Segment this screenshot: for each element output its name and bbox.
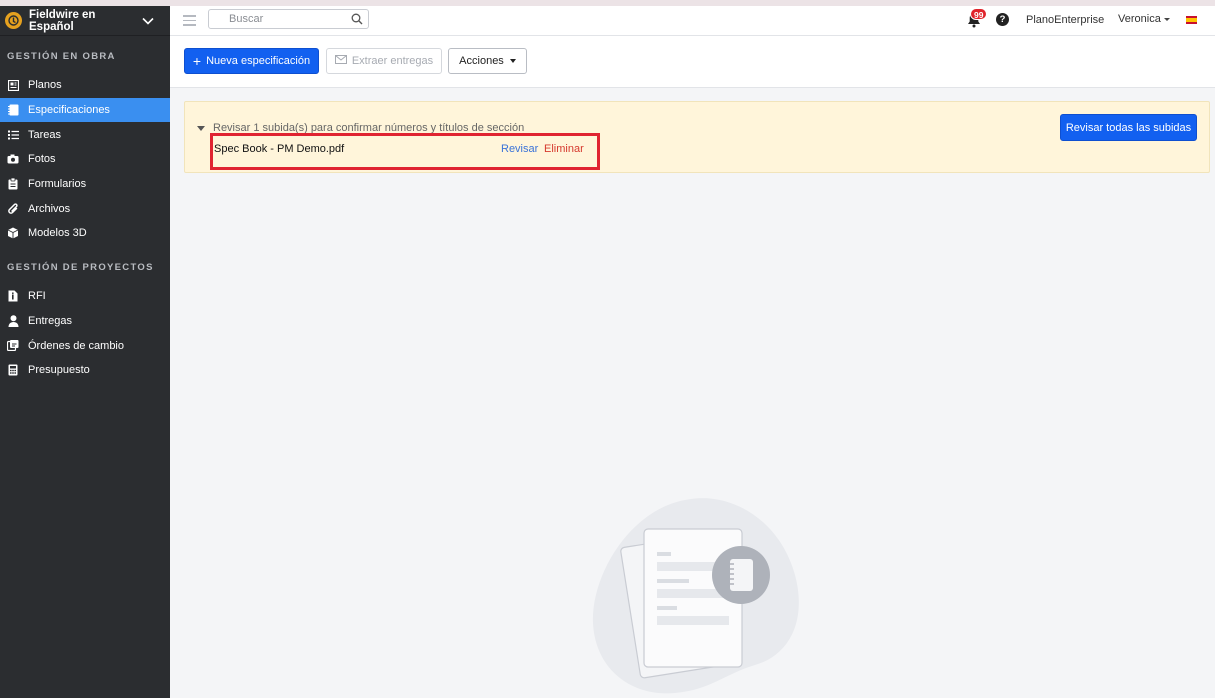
review-all-uploads-button[interactable]: Revisar todas las subidas bbox=[1060, 114, 1197, 141]
tasks-list-icon bbox=[7, 129, 19, 141]
specs-toolbar: + Nueva especificación Extraer entregas … bbox=[170, 36, 1215, 88]
actions-dropdown[interactable]: Acciones bbox=[448, 48, 527, 74]
sidebar-item-planos[interactable]: Planos bbox=[0, 73, 170, 98]
delete-upload-link[interactable]: Eliminar bbox=[544, 143, 584, 155]
sidebar-item-formularios[interactable]: Formularios bbox=[0, 172, 170, 197]
new-spec-button[interactable]: + Nueva especificación bbox=[184, 48, 319, 74]
search-input[interactable] bbox=[229, 10, 359, 28]
sidebar-item-label: Tareas bbox=[28, 128, 62, 141]
review-upload-link[interactable]: Revisar bbox=[501, 143, 538, 155]
extract-submittals-button[interactable]: Extraer entregas bbox=[326, 48, 442, 74]
section-gestion-obra: GESTIÓN EN OBRA bbox=[7, 51, 116, 62]
calculator-icon bbox=[7, 364, 19, 376]
empty-specs-illustration bbox=[590, 495, 805, 698]
sidebar-item-label: Órdenes de cambio bbox=[28, 339, 124, 352]
person-icon bbox=[7, 315, 19, 327]
fieldwire-logo-icon bbox=[5, 12, 22, 29]
top-header: 99 ? PlanoEnterprise Veronica bbox=[170, 6, 1215, 36]
sidebar-item-label: Archivos bbox=[28, 202, 71, 215]
sidebar-item-label: Planos bbox=[28, 79, 62, 92]
caret-down-icon bbox=[509, 59, 516, 63]
hamburger-menu-icon[interactable] bbox=[183, 15, 196, 26]
plan-label[interactable]: PlanoEnterprise bbox=[1026, 14, 1104, 26]
help-icon[interactable]: ? bbox=[996, 13, 1009, 26]
sidebar-item-label: Fotos bbox=[28, 153, 56, 166]
caret-down-icon bbox=[1163, 17, 1170, 21]
sidebar: Fieldwire en Español GESTIÓN EN OBRA Pla… bbox=[0, 6, 170, 698]
sidebar-item-label: Formularios bbox=[28, 178, 87, 191]
plus-icon: + bbox=[192, 53, 202, 69]
sidebar-item-presupuesto[interactable]: Presupuesto bbox=[0, 358, 170, 383]
search-icon[interactable] bbox=[351, 13, 363, 28]
rfi-icon bbox=[7, 290, 19, 302]
sidebar-item-tareas[interactable]: Tareas bbox=[0, 122, 170, 147]
spec-book-icon bbox=[7, 104, 19, 116]
project-switcher[interactable]: Fieldwire en Español bbox=[0, 6, 170, 36]
envelope-icon bbox=[334, 55, 347, 67]
sidebar-item-entregas[interactable]: Entregas bbox=[0, 309, 170, 334]
search-box bbox=[208, 9, 369, 29]
notification-badge: 99 bbox=[970, 8, 988, 20]
sidebar-item-label: Presupuesto bbox=[28, 364, 90, 377]
sidebar-item-especificaciones[interactable]: Especificaciones bbox=[0, 97, 170, 123]
sidebar-item-label: RFI bbox=[28, 290, 46, 303]
change-order-icon bbox=[7, 340, 19, 352]
sidebar-item-label: Entregas bbox=[28, 314, 73, 327]
app-title: Fieldwire en Español bbox=[29, 8, 96, 33]
sidebar-item-label: Especificaciones bbox=[28, 104, 110, 117]
new-spec-label: Nueva especificación bbox=[206, 55, 311, 67]
sidebar-item-rfi[interactable]: RFI bbox=[0, 284, 170, 309]
clipboard-icon bbox=[7, 178, 19, 190]
sidebar-item-fotos[interactable]: Fotos bbox=[0, 147, 170, 172]
sidebar-item-archivos[interactable]: Archivos bbox=[0, 196, 170, 221]
camera-icon bbox=[7, 153, 19, 165]
section-gestion-proyectos: GESTIÓN DE PROYECTOS bbox=[7, 261, 154, 273]
upload-file-name: Spec Book - PM Demo.pdf bbox=[214, 143, 345, 155]
user-name: Veronica bbox=[1118, 13, 1161, 25]
paperclip-icon bbox=[7, 203, 19, 215]
extract-label: Extraer entregas bbox=[351, 55, 434, 67]
spain-flag-icon[interactable] bbox=[1186, 16, 1197, 24]
user-menu[interactable]: Veronica bbox=[1118, 13, 1170, 25]
sidebar-item-modelos-3d[interactable]: Modelos 3D bbox=[0, 221, 170, 246]
cube-icon bbox=[7, 227, 19, 239]
actions-label: Acciones bbox=[459, 55, 504, 67]
plans-icon bbox=[7, 79, 19, 91]
caret-down-icon bbox=[197, 125, 205, 131]
chevron-down-icon[interactable] bbox=[136, 17, 160, 25]
sidebar-item-label: Modelos 3D bbox=[28, 227, 87, 240]
upload-review-banner: Revisar 1 subida(s) para confirmar númer… bbox=[184, 101, 1210, 173]
sidebar-item-ordenes-de-cambio[interactable]: Órdenes de cambio bbox=[0, 333, 170, 358]
